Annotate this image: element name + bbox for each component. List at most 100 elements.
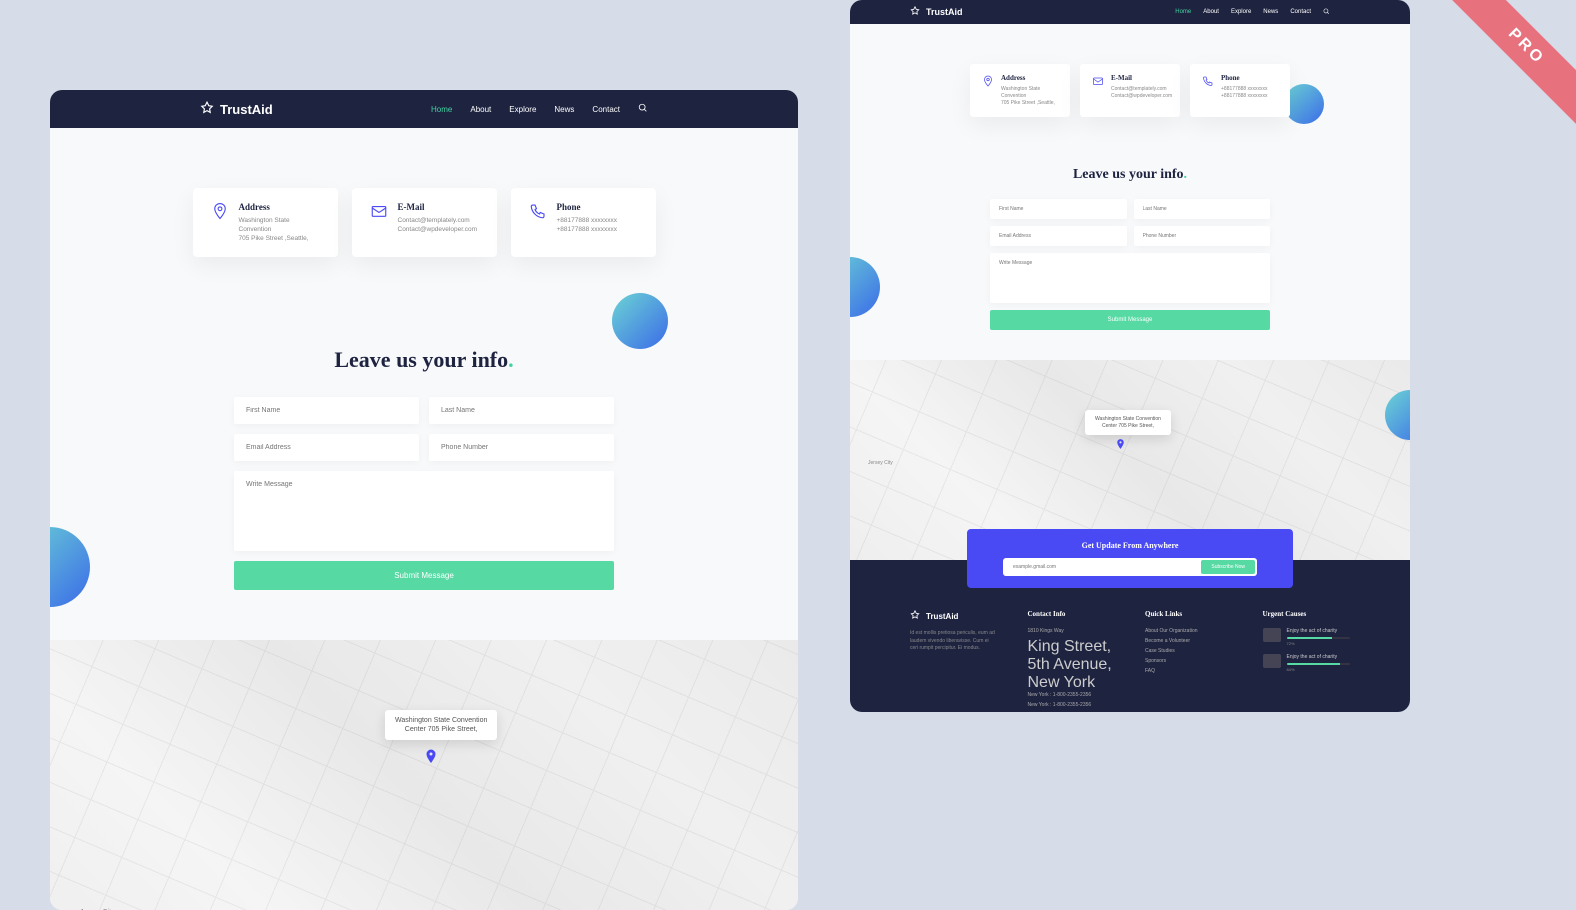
- last-name-input[interactable]: [1134, 199, 1271, 219]
- email-card: E-Mail Contact@templately.com Contact@wp…: [1080, 64, 1180, 117]
- footer-about-text: Id est mollis pretiosa periculis, eum ad…: [910, 630, 998, 653]
- footer-contact-line: 1810 Kings Way: [1028, 628, 1116, 634]
- map-label: Jersey City: [868, 460, 893, 466]
- map-pin-icon[interactable]: [422, 748, 440, 771]
- pro-label: PRO: [1449, 0, 1576, 124]
- address-card: Address Washington State Convention 705 …: [970, 64, 1070, 117]
- search-icon[interactable]: [1323, 8, 1330, 17]
- first-name-input[interactable]: [234, 397, 419, 424]
- nav-home[interactable]: Home: [1175, 9, 1191, 15]
- footer-quick-link[interactable]: About Our Organization: [1145, 628, 1233, 634]
- subscribe-button[interactable]: Subscribe Now: [1201, 560, 1255, 574]
- submit-button[interactable]: Submit Message: [990, 310, 1270, 330]
- card-title: Address: [1001, 74, 1058, 82]
- nav-news[interactable]: News: [1263, 9, 1278, 15]
- phone-icon: [529, 202, 547, 243]
- phone-input[interactable]: [1134, 226, 1271, 246]
- map-tooltip: Washington State Convention Center 705 P…: [385, 710, 497, 740]
- card-title: Phone: [1221, 74, 1268, 82]
- map-section: Jersey City BROOKLYN Washington State Co…: [50, 640, 798, 910]
- nav-contact[interactable]: Contact: [592, 105, 620, 114]
- card-title: Phone: [557, 202, 618, 212]
- email-input[interactable]: [234, 434, 419, 461]
- logo-icon: [910, 6, 920, 18]
- footer-quick-link[interactable]: Case Studies: [1145, 648, 1233, 654]
- footer-quick-link[interactable]: Sponsors: [1145, 658, 1233, 664]
- logo[interactable]: TrustAid: [200, 101, 273, 118]
- phone-icon: [1202, 74, 1214, 107]
- preview-left: TrustAid Home About Explore News Contact…: [50, 90, 798, 910]
- nav: Home About Explore News Contact: [431, 103, 648, 115]
- footer-quick-link[interactable]: Become a Volunteer: [1145, 638, 1233, 644]
- card-text: Contact@templately.com Contact@wpdevelop…: [398, 216, 478, 234]
- email-card: E-Mail Contact@templately.com Contact@wp…: [352, 188, 497, 257]
- newsletter-form: Subscribe Now: [1003, 558, 1257, 576]
- footer-contact-line: New York : 1-800-2355-2356: [1028, 692, 1116, 698]
- card-text: +88177888 xxxxxxxx +88177888 xxxxxxxx: [557, 216, 618, 234]
- email-input[interactable]: [990, 226, 1127, 246]
- phone-card: Phone +88177888 xxxxxxxx +88177888 xxxxx…: [511, 188, 656, 257]
- cause-percent: 84%: [1287, 667, 1351, 672]
- map-roads: [50, 640, 798, 910]
- nav-explore[interactable]: Explore: [509, 105, 536, 114]
- footer-col-title: Contact Info: [1028, 610, 1116, 618]
- message-textarea[interactable]: [990, 253, 1270, 303]
- card-text: Washington State Convention 705 Pike Str…: [1001, 86, 1058, 107]
- nav-explore[interactable]: Explore: [1231, 9, 1251, 15]
- nav-contact[interactable]: Contact: [1290, 9, 1311, 15]
- cause-thumbnail: [1263, 628, 1281, 642]
- nav-about[interactable]: About: [1203, 9, 1219, 15]
- brand-name: TrustAid: [926, 7, 963, 17]
- nav-about[interactable]: About: [470, 105, 491, 114]
- cause-percent: 72%: [1287, 641, 1351, 646]
- form-section: Leave us your info. Submit Message: [50, 317, 798, 640]
- footer-cause-item[interactable]: Enjoy the act of charity 72%: [1263, 628, 1351, 646]
- footer-logo[interactable]: TrustAid: [910, 610, 998, 622]
- pro-ribbon: PRO: [1436, 0, 1576, 140]
- mail-icon: [1092, 74, 1104, 107]
- footer-col-title: Quick Links: [1145, 610, 1233, 618]
- mail-icon: [370, 202, 388, 243]
- contact-form: Submit Message: [990, 199, 1270, 330]
- nav-home[interactable]: Home: [431, 105, 452, 114]
- card-title: E-Mail: [1111, 74, 1172, 82]
- first-name-input[interactable]: [990, 199, 1127, 219]
- form-heading: Leave us your info.: [930, 167, 1330, 183]
- footer-links: Quick Links About Our Organization Becom…: [1145, 610, 1233, 712]
- footer-columns: TrustAid Id est mollis pretiosa periculi…: [910, 610, 1350, 712]
- map-tooltip: Washington State Convention Center 705 P…: [1085, 410, 1171, 435]
- decoration-circle: [1284, 84, 1324, 124]
- decoration-circle: [50, 527, 90, 607]
- cause-title: Enjoy the act of charity: [1287, 654, 1351, 660]
- form-section: Leave us your info. Submit Message: [850, 147, 1410, 360]
- footer-causes: Urgent Causes Enjoy the act of charity 7…: [1263, 610, 1351, 712]
- progress-bar: [1287, 637, 1351, 639]
- newsletter-email-input[interactable]: [1005, 560, 1201, 574]
- logo-icon: [200, 101, 214, 118]
- footer-col-title: Urgent Causes: [1263, 610, 1351, 618]
- phone-input[interactable]: [429, 434, 614, 461]
- footer-about: TrustAid Id est mollis pretiosa periculi…: [910, 610, 998, 712]
- footer-contact-line: New York : 1-800-2355-2356: [1028, 702, 1116, 708]
- message-textarea[interactable]: [234, 471, 614, 551]
- contact-form: Submit Message: [234, 397, 614, 590]
- decoration-circle: [850, 257, 880, 317]
- footer-contact-line: King Street, 5th Avenue, New York: [1028, 638, 1112, 691]
- logo-icon: [910, 610, 920, 622]
- footer-quick-link[interactable]: FAQ: [1145, 668, 1233, 674]
- map-section: Jersey City Washington State Convention …: [850, 360, 1410, 560]
- footer-cause-item[interactable]: Enjoy the act of charity 84%: [1263, 654, 1351, 672]
- location-icon: [982, 74, 994, 107]
- submit-button[interactable]: Submit Message: [234, 561, 614, 590]
- nav: Home About Explore News Contact: [1175, 8, 1330, 17]
- search-icon[interactable]: [638, 103, 648, 115]
- preview-right: TrustAid Home About Explore News Contact…: [850, 0, 1410, 712]
- logo[interactable]: TrustAid: [910, 6, 963, 18]
- card-title: Address: [239, 202, 320, 212]
- contact-cards-row: Address Washington State Convention 705 …: [50, 128, 798, 317]
- last-name-input[interactable]: [429, 397, 614, 424]
- nav-news[interactable]: News: [554, 105, 574, 114]
- map-pin-icon[interactable]: [1114, 438, 1127, 454]
- footer-contact: Contact Info 1810 Kings Way King Street,…: [1028, 610, 1116, 712]
- card-text: Washington State Convention 705 Pike Str…: [239, 216, 320, 243]
